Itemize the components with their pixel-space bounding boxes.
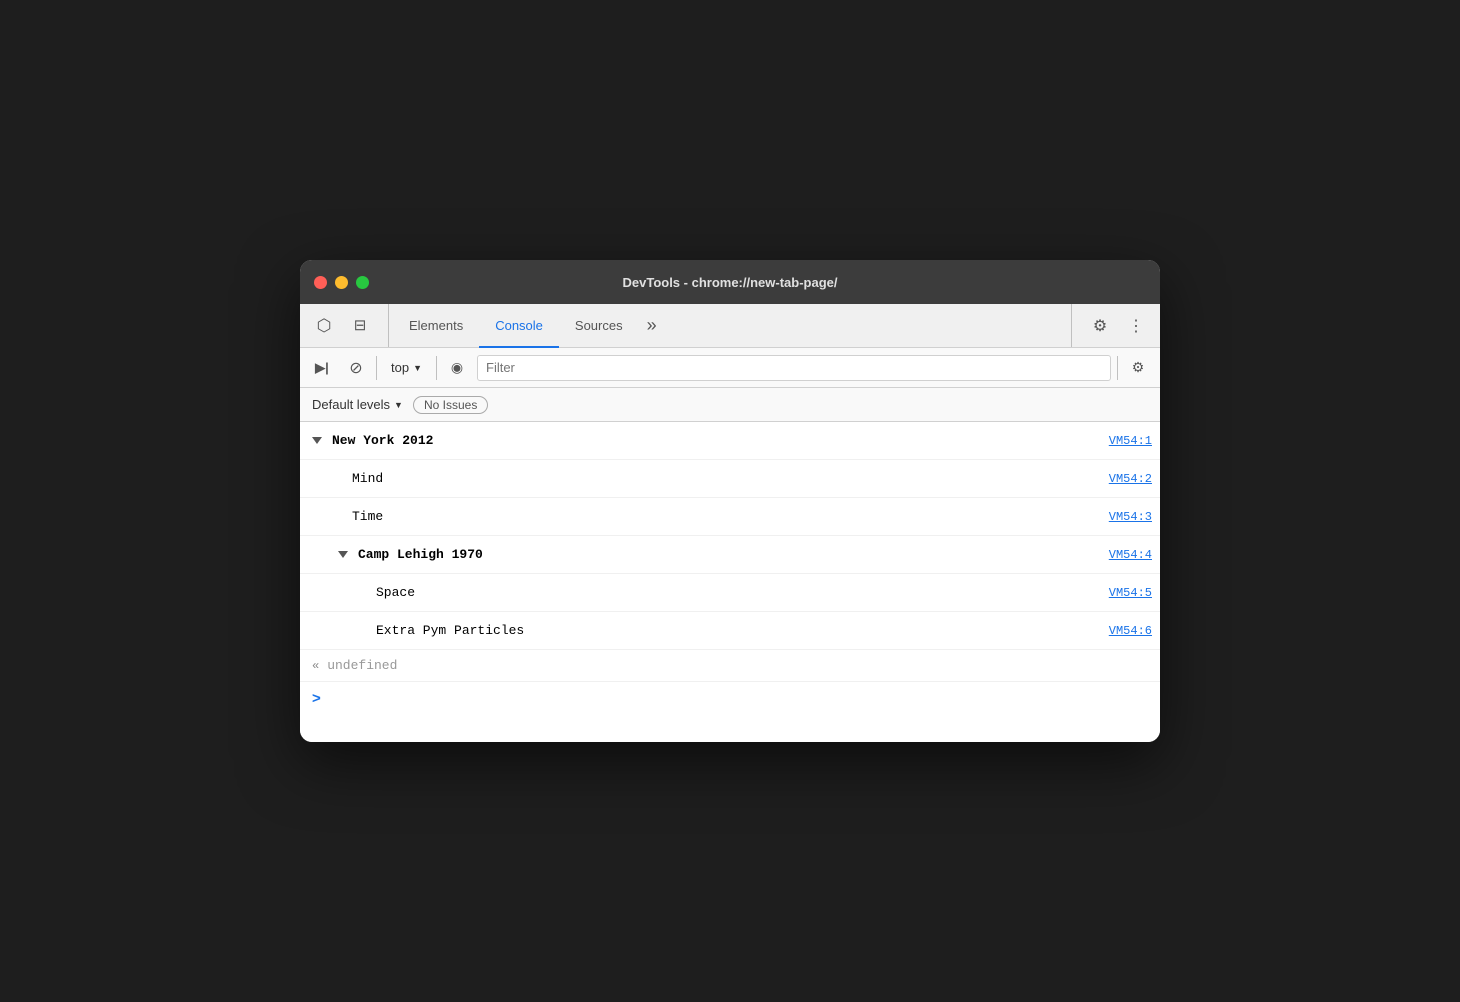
console-row: Space VM54:5 <box>300 574 1160 612</box>
tab-elements[interactable]: Elements <box>393 305 479 348</box>
console-row: Camp Lehigh 1970 VM54:4 <box>300 536 1160 574</box>
row-text: Space <box>376 585 415 600</box>
window-title: DevTools - chrome://new-tab-page/ <box>622 275 837 290</box>
row-text: Mind <box>352 471 383 486</box>
context-label: top <box>391 360 409 375</box>
console-gear-icon <box>1132 359 1145 376</box>
console-content: New York 2012 VM54:1 Mind VM54:2 Time VM… <box>300 422 1160 742</box>
expand-icon[interactable] <box>338 551 348 558</box>
toolbar-divider-2 <box>436 356 437 380</box>
gear-icon <box>1093 316 1107 336</box>
default-levels-label: Default levels <box>312 397 390 412</box>
right-icons <box>1071 304 1152 347</box>
tabs-list: Elements Console Sources » <box>393 304 1067 347</box>
prompt-chevron-icon: > <box>312 690 321 707</box>
row-content: Space <box>376 585 1109 600</box>
return-icon: « <box>312 659 319 673</box>
traffic-lights <box>314 276 369 289</box>
tab-console[interactable]: Console <box>479 305 559 348</box>
levels-toolbar: Default levels ▼ No Issues <box>300 388 1160 422</box>
row-link[interactable]: VM54:5 <box>1109 586 1152 600</box>
row-link[interactable]: VM54:3 <box>1109 510 1152 524</box>
row-text: Time <box>352 509 383 524</box>
no-issues-badge[interactable]: No Issues <box>413 396 488 414</box>
toolbar-divider-3 <box>1117 356 1118 380</box>
undefined-row: « undefined <box>300 650 1160 682</box>
clear-console-button[interactable]: ⊘ <box>342 354 370 382</box>
console-row: New York 2012 VM54:1 <box>300 422 1160 460</box>
layers-icon: ⊟ <box>354 318 367 333</box>
devtools-window: DevTools - chrome://new-tab-page/ ⬡ ⊟ El… <box>300 260 1160 742</box>
title-bar: DevTools - chrome://new-tab-page/ <box>300 260 1160 304</box>
console-row: Extra Pym Particles VM54:6 <box>300 612 1160 650</box>
row-link[interactable]: VM54:1 <box>1109 434 1152 448</box>
more-options-button[interactable] <box>1120 310 1152 342</box>
row-link[interactable]: VM54:4 <box>1109 548 1152 562</box>
inspect-icon-button[interactable]: ⊟ <box>344 310 376 342</box>
console-settings-button[interactable] <box>1124 354 1152 382</box>
row-text: Camp Lehigh 1970 <box>358 547 483 562</box>
close-button[interactable] <box>314 276 327 289</box>
context-chevron-icon: ▼ <box>413 363 422 373</box>
cursor-icon: ⬡ <box>317 316 332 336</box>
eye-button[interactable]: ◉ <box>443 354 471 382</box>
toolbar-icons: ⬡ ⊟ <box>308 304 389 347</box>
cursor-icon-button[interactable]: ⬡ <box>308 310 340 342</box>
maximize-button[interactable] <box>356 276 369 289</box>
row-content: Camp Lehigh 1970 <box>338 547 1109 562</box>
console-toolbar: ▶| ⊘ top ▼ ◉ <box>300 348 1160 388</box>
console-row: Time VM54:3 <box>300 498 1160 536</box>
undefined-value: undefined <box>327 658 397 673</box>
levels-chevron-icon: ▼ <box>394 400 403 410</box>
filter-input[interactable] <box>477 355 1111 381</box>
more-icon <box>1128 316 1144 336</box>
row-content: Time <box>352 509 1109 524</box>
row-text: Extra Pym Particles <box>376 623 524 638</box>
block-icon: ⊘ <box>349 358 362 378</box>
more-tabs-button[interactable]: » <box>639 304 665 347</box>
row-link[interactable]: VM54:6 <box>1109 624 1152 638</box>
default-levels-button[interactable]: Default levels ▼ <box>312 397 403 412</box>
row-text: New York 2012 <box>332 433 433 448</box>
toolbar-divider-1 <box>376 356 377 380</box>
row-content: New York 2012 <box>312 433 1109 448</box>
context-selector[interactable]: top ▼ <box>383 358 430 377</box>
console-row: Mind VM54:2 <box>300 460 1160 498</box>
row-link[interactable]: VM54:2 <box>1109 472 1152 486</box>
show-sidebar-button[interactable]: ▶| <box>308 354 336 382</box>
console-prompt[interactable]: > <box>300 682 1160 715</box>
row-content: Extra Pym Particles <box>376 623 1109 638</box>
expand-icon[interactable] <box>312 437 322 444</box>
devtools-tab-bar: ⬡ ⊟ Elements Console Sources » <box>300 304 1160 348</box>
settings-button[interactable] <box>1084 310 1116 342</box>
sidebar-icon: ▶| <box>315 360 329 376</box>
minimize-button[interactable] <box>335 276 348 289</box>
tab-sources[interactable]: Sources <box>559 305 639 348</box>
row-content: Mind <box>352 471 1109 486</box>
eye-icon: ◉ <box>451 359 463 376</box>
